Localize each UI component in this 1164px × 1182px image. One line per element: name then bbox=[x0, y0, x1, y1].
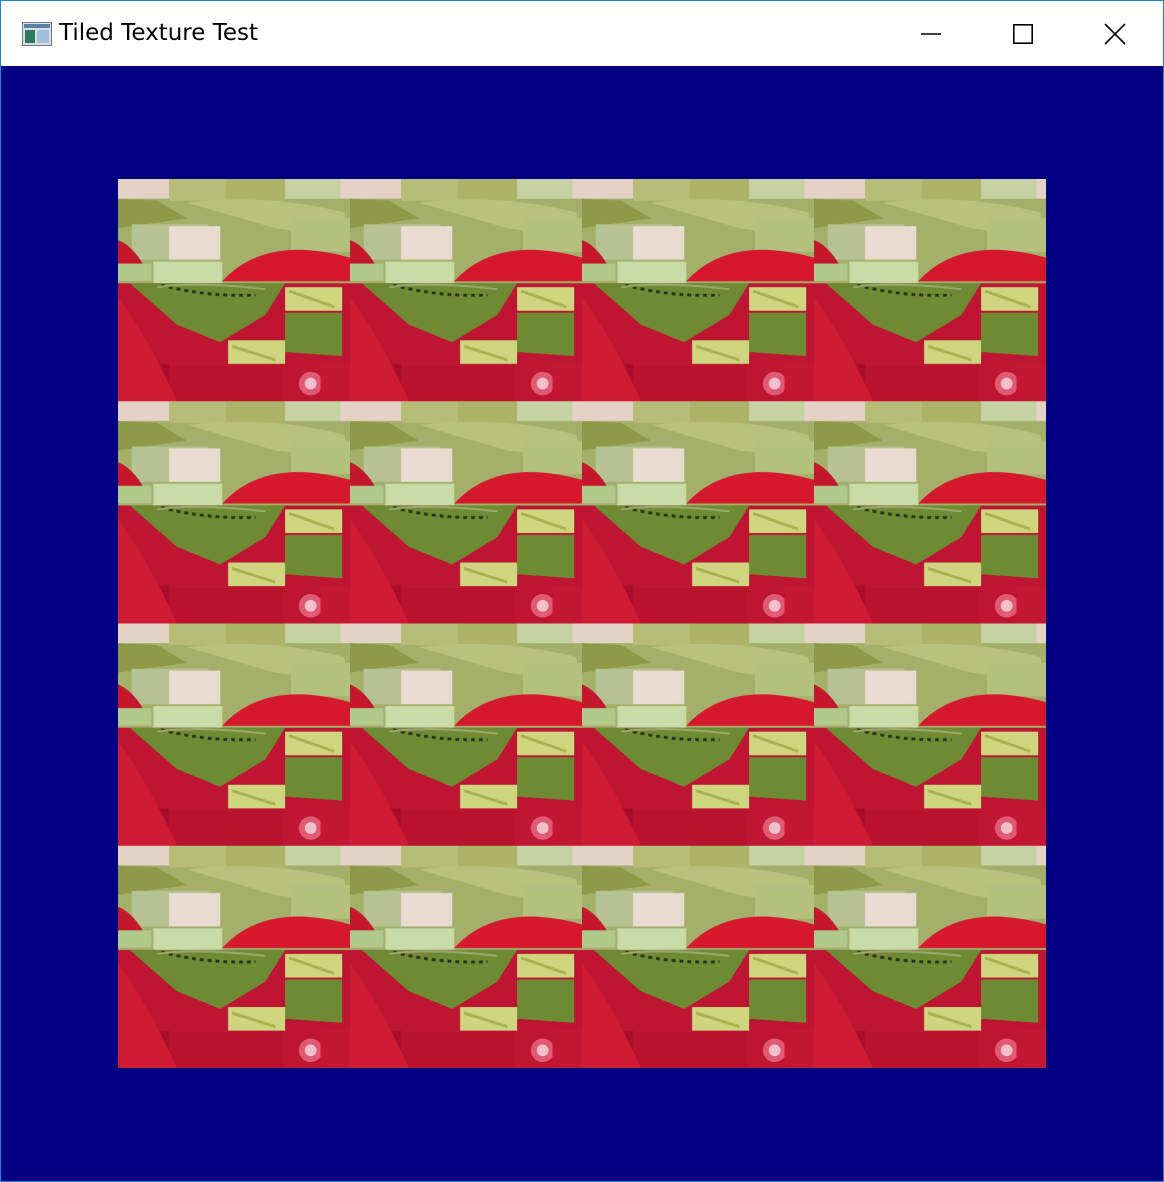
window-title: Tiled Texture Test bbox=[59, 20, 258, 46]
textured-surface bbox=[118, 179, 1046, 1068]
maximize-button[interactable] bbox=[977, 1, 1069, 66]
app-window-icon bbox=[22, 22, 52, 46]
close-icon bbox=[1104, 22, 1126, 45]
render-viewport[interactable] bbox=[1, 66, 1163, 1181]
maximize-icon bbox=[1012, 23, 1033, 44]
close-button[interactable] bbox=[1069, 1, 1161, 66]
tiled-texture-quad bbox=[118, 179, 1046, 1068]
title-bar[interactable]: Tiled Texture Test bbox=[1, 1, 1163, 66]
minimize-button[interactable] bbox=[885, 1, 977, 66]
app-window: Tiled Texture Test bbox=[0, 0, 1164, 1182]
minimize-icon bbox=[921, 32, 941, 35]
